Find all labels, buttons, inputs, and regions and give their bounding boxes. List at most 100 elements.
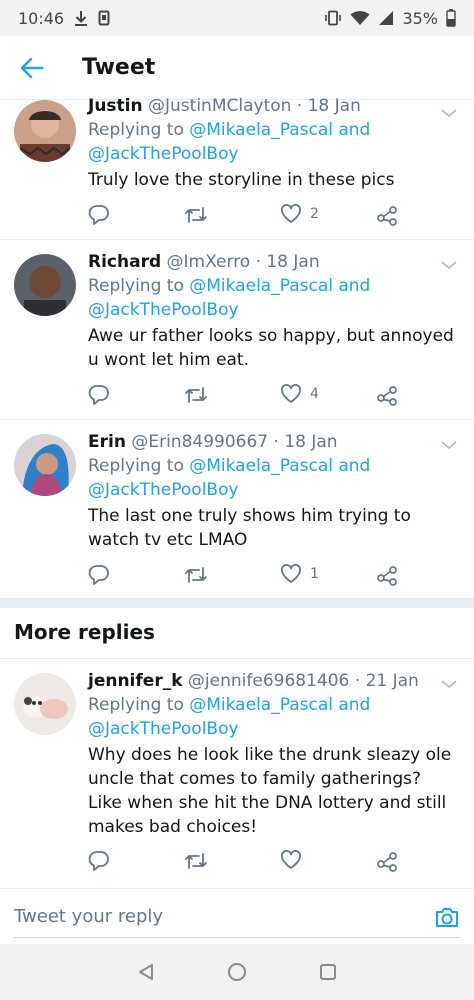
camera-button[interactable]	[434, 905, 460, 929]
retweet-button[interactable]	[184, 850, 208, 872]
author-handle[interactable]: @Erin84990667	[131, 432, 268, 452]
tweet-date: · 21 Jan	[354, 671, 419, 691]
mention-link[interactable]: @JackThePoolBoy	[88, 480, 239, 500]
like-button[interactable]: 2	[280, 204, 319, 224]
avatar[interactable]	[14, 434, 76, 496]
tweet-actions: 1	[88, 564, 398, 588]
vibrate-icon	[324, 10, 342, 26]
tweet-text: Why does he look like the drunk sleazy o…	[88, 745, 452, 837]
retweet-button[interactable]	[184, 384, 208, 406]
replying-prefix: Replying to	[88, 120, 184, 140]
retweet-button[interactable]	[184, 564, 208, 586]
reply-button[interactable]	[88, 564, 110, 586]
heart-icon	[281, 850, 301, 869]
tweet-header: jennifer_k @jennife69681406 · 21 Jan	[88, 669, 458, 693]
square-recents-icon	[320, 964, 336, 980]
tweet-actions: 4	[88, 384, 398, 408]
replying-to: Replying to @Mikaela_Pascal and @JackThe…	[88, 274, 458, 322]
tweet-content: Erin @Erin84990667 · 18 Jan Replying to …	[88, 430, 458, 552]
mention-link[interactable]: @Mikaela_Pascal	[189, 276, 333, 296]
avatar[interactable]	[14, 100, 76, 162]
tweet-actions	[88, 850, 398, 874]
like-button[interactable]	[280, 850, 310, 870]
system-nav-bar	[0, 944, 474, 1000]
reply-icon	[88, 851, 109, 871]
mention-link[interactable]: @Mikaela_Pascal	[189, 695, 333, 715]
like-button[interactable]: 1	[280, 564, 319, 584]
reply-underline	[14, 937, 460, 938]
author-name[interactable]: jennifer_k	[88, 671, 183, 691]
replying-prefix: Replying to	[88, 276, 184, 296]
reply-button[interactable]	[88, 204, 110, 226]
tweet-content: Justin @JustinMClayton · 18 Jan Replying…	[88, 94, 458, 192]
reply-icon	[88, 385, 109, 405]
battery-percent: 35%	[402, 8, 438, 28]
page-title: Tweet	[82, 55, 156, 80]
author-handle[interactable]: @jennife69681406	[188, 671, 349, 691]
share-icon	[377, 852, 397, 872]
share-button[interactable]	[376, 204, 398, 226]
tweet-date: · 18 Jan	[255, 252, 320, 272]
camera-icon	[436, 907, 458, 927]
retweet-button[interactable]	[184, 204, 208, 226]
signal-icon	[378, 10, 394, 26]
tweet-date: · 18 Jan	[296, 96, 361, 116]
replying-to: Replying to @Mikaela_Pascal and @JackThe…	[88, 693, 458, 741]
share-icon	[377, 386, 397, 406]
heart-icon	[281, 384, 301, 403]
tweet-text: Awe ur father looks so happy, but annoye…	[88, 326, 454, 370]
share-button[interactable]	[376, 850, 398, 872]
author-name[interactable]: Justin	[88, 96, 143, 116]
reply-button[interactable]	[88, 850, 110, 872]
avatar[interactable]	[14, 673, 76, 735]
avatar[interactable]	[14, 254, 76, 316]
tweet-card[interactable]: Erin @Erin84990667 · 18 Jan Replying to …	[0, 420, 474, 598]
status-time: 10:46	[18, 8, 65, 28]
retweet-icon	[185, 387, 207, 403]
replying-and: and	[338, 276, 371, 296]
tweet-card[interactable]: Justin @JustinMClayton · 18 Jan Replying…	[0, 96, 474, 240]
replying-to: Replying to @Mikaela_Pascal and @JackThe…	[88, 118, 458, 166]
download-icon	[74, 10, 88, 26]
like-button[interactable]: 4	[280, 384, 319, 404]
recents-nav-button[interactable]	[319, 963, 337, 981]
tweet-header: Erin @Erin84990667 · 18 Jan	[88, 430, 458, 454]
reply-icon	[88, 205, 109, 225]
back-arrow-icon	[20, 57, 44, 78]
back-nav-button[interactable]	[137, 963, 155, 981]
mention-link[interactable]: @JackThePoolBoy	[88, 719, 239, 739]
like-count: 1	[310, 566, 319, 582]
mention-link[interactable]: @Mikaela_Pascal	[189, 120, 333, 140]
replying-prefix: Replying to	[88, 456, 184, 476]
author-handle[interactable]: @ImXerro	[167, 252, 251, 272]
section-divider	[0, 598, 474, 608]
share-button[interactable]	[376, 564, 398, 586]
replying-prefix: Replying to	[88, 695, 184, 715]
reply-icon	[88, 565, 109, 585]
mention-link[interactable]: @Mikaela_Pascal	[189, 456, 333, 476]
home-nav-button[interactable]	[227, 962, 247, 982]
tweet-text: Truly love the storyline in these pics	[88, 170, 395, 190]
reply-button[interactable]	[88, 384, 110, 406]
tweet-content: Richard @ImXerro · 18 Jan Replying to @M…	[88, 250, 458, 372]
back-button[interactable]	[0, 36, 64, 100]
tweet-text: The last one truly shows him trying to w…	[88, 506, 411, 550]
triangle-back-icon	[139, 964, 153, 980]
author-name[interactable]: Erin	[88, 432, 126, 452]
tweet-card[interactable]: Richard @ImXerro · 18 Jan Replying to @M…	[0, 240, 474, 420]
tweet-actions: 2	[88, 204, 398, 228]
like-count: 2	[310, 206, 319, 222]
replying-and: and	[338, 456, 371, 476]
author-handle[interactable]: @JustinMClayton	[148, 96, 291, 116]
mention-link[interactable]: @JackThePoolBoy	[88, 300, 239, 320]
reply-input[interactable]	[14, 906, 434, 927]
share-icon	[377, 206, 397, 226]
more-replies-heading: More replies	[14, 620, 155, 644]
share-button[interactable]	[376, 384, 398, 406]
replying-and: and	[338, 120, 371, 140]
mention-link[interactable]: @JackThePoolBoy	[88, 144, 239, 164]
author-name[interactable]: Richard	[88, 252, 161, 272]
reply-composer	[0, 888, 474, 944]
retweet-icon	[185, 567, 207, 583]
share-icon	[377, 566, 397, 586]
